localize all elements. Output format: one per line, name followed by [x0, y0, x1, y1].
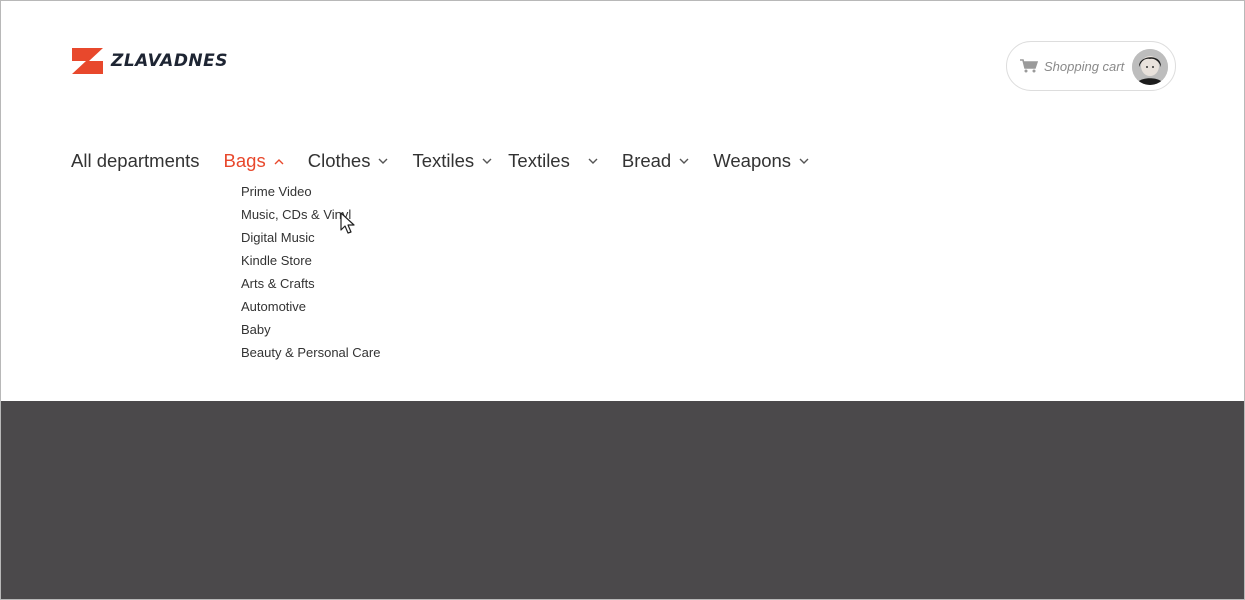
bags-dropdown-menu: Prime Video Music, CDs & Vinyl Digital M…	[241, 184, 380, 368]
chevron-up-icon	[274, 158, 284, 165]
nav-item-bread[interactable]: Bread	[622, 150, 689, 172]
nav-item-textiles[interactable]: Textiles	[412, 150, 492, 172]
hero-section	[1, 401, 1244, 599]
chevron-down-icon	[679, 158, 689, 165]
mouse-pointer-icon	[340, 212, 356, 241]
nav-item-label: All departments	[71, 150, 200, 171]
nav-item-label: Clothes	[307, 150, 371, 171]
page-frame: ZLAVADNES Shopping cart All departments …	[0, 0, 1245, 600]
shopping-cart-button[interactable]: Shopping cart	[1006, 41, 1176, 91]
nav-item-label: Textiles	[412, 150, 475, 171]
shopping-cart-icon	[1020, 59, 1038, 73]
nav-item-clothes[interactable]: Clothes	[308, 150, 389, 172]
dropdown-item-beauty-personal-care[interactable]: Beauty & Personal Care	[241, 345, 380, 368]
dropdown-item-automotive[interactable]: Automotive	[241, 299, 380, 322]
nav-item-label: Bread	[621, 150, 672, 171]
chevron-down-icon	[482, 158, 492, 165]
nav-item-weapons[interactable]: Weapons	[713, 150, 809, 172]
nav-item-label: Textiles	[508, 150, 570, 171]
dropdown-item-kindle-store[interactable]: Kindle Store	[241, 253, 380, 276]
nav-item-bags[interactable]: Bags	[224, 150, 284, 172]
dropdown-item-music-cds-vinyl[interactable]: Music, CDs & Vinyl	[241, 207, 380, 230]
user-avatar[interactable]	[1132, 49, 1168, 85]
dropdown-item-prime-video[interactable]: Prime Video	[241, 184, 380, 207]
dropdown-item-baby[interactable]: Baby	[241, 322, 380, 345]
z-logo-icon	[72, 48, 103, 74]
chevron-down-icon	[588, 158, 598, 165]
department-nav: All departments Bags Clothes Textiles Te…	[71, 147, 833, 175]
chevron-down-icon	[799, 158, 809, 165]
dropdown-item-digital-music[interactable]: Digital Music	[241, 230, 380, 253]
nav-item-all-departments[interactable]: All departments	[71, 150, 200, 172]
site-header: ZLAVADNES Shopping cart All departments …	[1, 1, 1244, 401]
dropdown-item-arts-crafts[interactable]: Arts & Crafts	[241, 276, 380, 299]
shopping-cart-label: Shopping cart	[1044, 58, 1125, 74]
nav-item-textiles-2[interactable]: Textiles	[508, 150, 598, 172]
nav-item-label: Weapons	[713, 150, 792, 171]
brand-logo[interactable]: ZLAVADNES	[71, 48, 228, 74]
nav-item-label: Bags	[223, 150, 266, 171]
brand-name: ZLAVADNES	[111, 51, 229, 71]
chevron-down-icon	[378, 158, 388, 165]
